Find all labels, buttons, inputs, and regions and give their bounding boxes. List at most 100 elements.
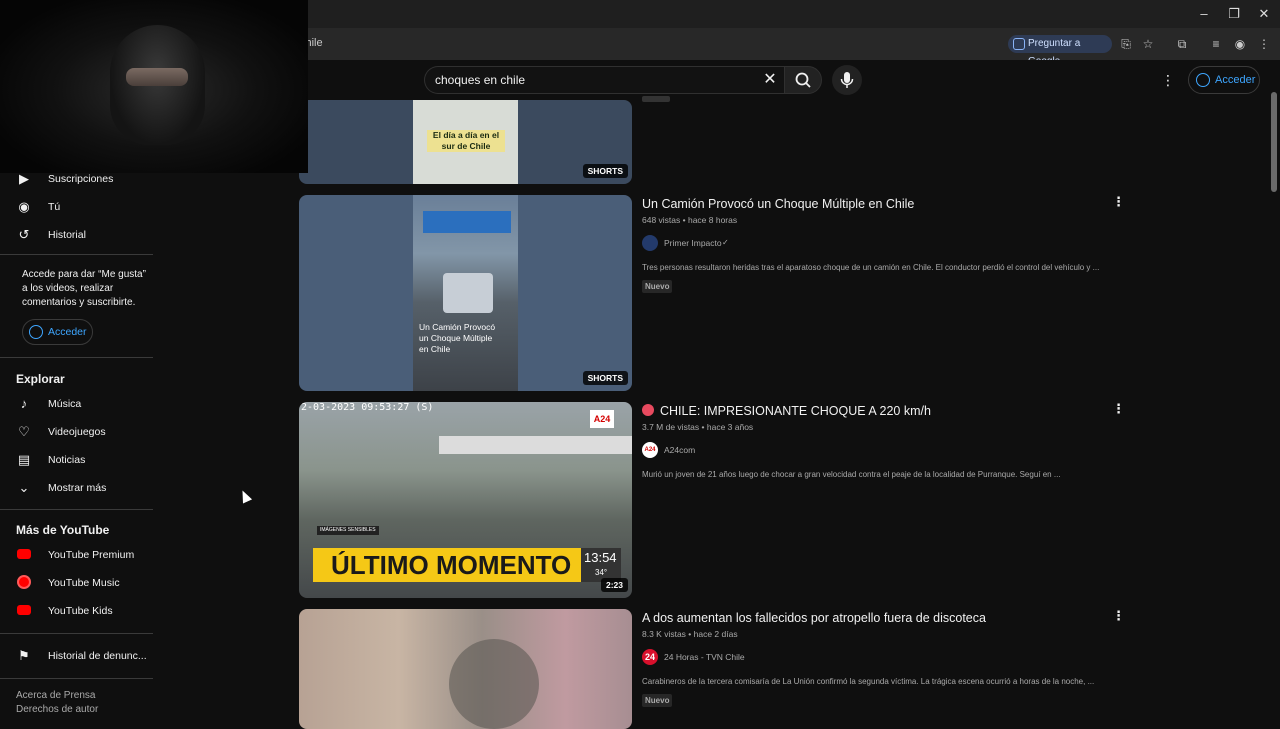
settings-more-icon[interactable]: ⋮ [1160, 70, 1176, 90]
lens-icon [1013, 38, 1025, 50]
user-circle-icon [1196, 73, 1210, 87]
webcam-overlay [0, 0, 308, 173]
sidebar-item-music[interactable]: ♪ Música [16, 396, 156, 416]
video-thumbnail[interactable]: Un Camión Provocó un Choque Múltiple en … [299, 195, 632, 391]
voice-search-button[interactable] [832, 65, 862, 95]
video-options-icon[interactable]: ⋮ [1112, 608, 1125, 624]
video-thumbnail[interactable]: 2-03-2023 09:53:27 (S) A24 IMÁGENES SENS… [299, 402, 632, 598]
thumbnail-blur [449, 639, 539, 729]
ask-google-button[interactable]: Preguntar a Google [1008, 35, 1112, 67]
browser-menu-icon[interactable]: ⋮ [1256, 36, 1272, 52]
music-icon: ♪ [20, 396, 28, 411]
new-badge: Nuevo [642, 694, 673, 707]
clear-search-icon[interactable]: ✕ [760, 70, 780, 90]
sidebar-item-subscriptions[interactable]: ▶ Suscripciones [16, 171, 156, 191]
thumbnail-roof [439, 436, 632, 454]
sidebar-item-show-more[interactable]: ⌄ Mostrar más [16, 480, 156, 500]
video-options-icon[interactable]: ⋮ [1112, 194, 1125, 210]
shorts-badge: SHORTS [582, 164, 628, 178]
duration-badge: 2:23 [600, 578, 628, 592]
sidebar-item-gaming[interactable]: ♡ Videojuegos [16, 424, 156, 444]
search-input[interactable]: choques en chile [424, 66, 784, 94]
video-meta: 648 vistas • hace 8 horas [642, 215, 738, 225]
divider [0, 254, 153, 255]
divider [0, 633, 153, 634]
user-circle-icon [29, 325, 43, 339]
video-description: Tres personas resultaron heridas tras el… [642, 263, 1100, 272]
gaming-icon: ♡ [18, 424, 30, 439]
youtube-premium-icon [16, 547, 32, 563]
channel-name: Primer Impacto [664, 238, 722, 248]
extensions-icon[interactable]: ⧉ [1174, 36, 1190, 52]
video-meta: 8.3 K vistas • hace 2 días [642, 629, 738, 639]
history-icon: ↺ [18, 227, 30, 242]
video-meta: 3.7 M de vistas • hace 3 años [642, 422, 754, 432]
subscriptions-icon: ▶ [19, 171, 29, 186]
chevron-down-icon: ⌄ [18, 480, 30, 495]
person-face [126, 68, 188, 86]
thumbnail-truck [443, 273, 493, 313]
search-button[interactable] [784, 66, 822, 94]
close-icon[interactable]: ✕ [1256, 6, 1272, 22]
new-badge: Nuevo [642, 280, 673, 293]
thumbnail-sign [423, 211, 511, 233]
thumbnail-tag: IMÁGENES SENSIBLES [317, 526, 379, 535]
thumbnail-frame: El día a día en el sur de Chile [413, 100, 518, 184]
sidebar-item-youtube-music[interactable]: YouTube Music [16, 575, 156, 595]
minimize-icon[interactable]: – [1196, 6, 1212, 22]
bookmark-star-icon[interactable]: ☆ [1140, 36, 1156, 52]
youtube-kids-icon [16, 603, 32, 619]
signin-button[interactable]: Acceder [1188, 66, 1260, 94]
video-thumbnail[interactable]: El día a día en el sur de Chile SHORTS [299, 100, 632, 184]
thumbnail-frame: Un Camión Provocó un Choque Múltiple en … [413, 195, 518, 391]
video-description: Carabineros de la tercera comisaría de L… [642, 677, 1095, 686]
more-from-youtube-heading: Más de YouTube [16, 523, 110, 537]
profile-icon[interactable]: ◉ [1232, 36, 1248, 52]
mouse-cursor [237, 488, 253, 504]
divider [0, 357, 153, 358]
channel-avatar: 24 [642, 649, 658, 665]
red-circle-icon [642, 404, 654, 416]
signin-message: Accede para dar “Me gusta” a los videos,… [22, 269, 146, 308]
thumbnail-caption: El día a día en el sur de Chile [427, 130, 505, 152]
youtube-music-icon [16, 575, 32, 591]
video-options-icon[interactable]: ⋮ [1112, 401, 1125, 417]
search-query: choques en chile [435, 73, 526, 87]
install-app-icon[interactable]: ⎘ [1118, 36, 1134, 52]
media-control-icon[interactable]: ≡ [1208, 36, 1224, 52]
user-icon: ◉ [18, 199, 30, 214]
sidebar-signin-label: Acceder [48, 326, 87, 338]
sidebar-item-you[interactable]: ◉ Tú [16, 199, 156, 219]
footer-links-row-1[interactable]: Acerca de Prensa [16, 690, 96, 701]
title-placeholder [642, 96, 670, 102]
thumbnail-banner: ÚLTIMO MOMENTO [313, 548, 581, 582]
thumbnail-caption: Un Camión Provocó un Choque Múltiple en … [419, 322, 496, 354]
microphone-icon [840, 72, 854, 88]
search-icon [795, 72, 811, 88]
video-title[interactable]: A dos aumentan los fallecidos por atrope… [642, 611, 986, 625]
restore-icon[interactable]: ❐ [1226, 6, 1242, 22]
page-scrollbar[interactable] [1271, 92, 1277, 192]
signin-label: Acceder [1215, 74, 1256, 86]
video-title[interactable]: CHILE: IMPRESIONANTE CHOQUE A 220 km/h [642, 404, 931, 418]
sidebar-signin-button[interactable]: Acceder [22, 319, 93, 345]
sidebar-item-report-history[interactable]: ⚑ Historial de denunc... [16, 648, 156, 668]
channel-avatar: A24 [642, 442, 658, 458]
sidebar-item-youtube-premium[interactable]: YouTube Premium [16, 547, 156, 567]
video-title[interactable]: Un Camión Provocó un Choque Múltiple en … [642, 197, 914, 211]
divider [0, 509, 153, 510]
news-icon: ▤ [17, 452, 31, 467]
shorts-badge: SHORTS [582, 371, 628, 385]
verified-icon: ✓ [722, 238, 729, 247]
sidebar-item-youtube-kids[interactable]: YouTube Kids [16, 603, 156, 623]
sidebar-item-news[interactable]: ▤ Noticias [16, 452, 156, 472]
sidebar-item-history[interactable]: ↺ Historial [16, 227, 156, 247]
thumbnail-channel-logo: A24 [590, 410, 614, 428]
channel-avatar [642, 235, 658, 251]
footer-links-row-2[interactable]: Derechos de autor [16, 704, 98, 715]
video-thumbnail[interactable] [299, 609, 632, 729]
channel-name: 24 Horas - TVN Chile [664, 652, 745, 662]
channel-name: A24com [664, 445, 696, 455]
flag-icon: ⚑ [18, 648, 30, 663]
video-description: Murió un joven de 21 años luego de choca… [642, 470, 1061, 479]
